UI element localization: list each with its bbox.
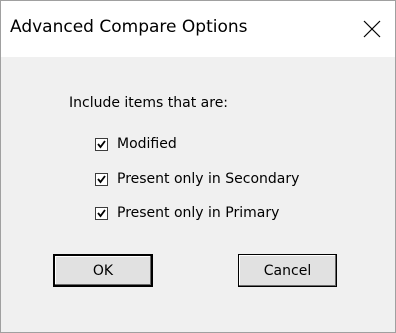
modified-label: Modified [117,136,177,152]
checkmark-icon [97,139,106,148]
present-only-in-primary-label: Present only in Primary [117,205,280,221]
option-modified[interactable]: Modified [95,135,177,153]
cancel-button[interactable]: Cancel [238,254,337,287]
include-items-label: Include items that are: [69,95,229,111]
modified-checkbox[interactable] [95,137,108,151]
checkmark-icon [97,208,106,217]
close-button[interactable] [349,1,395,57]
advanced-compare-options-dialog: Advanced Compare Options Include items t… [0,0,396,333]
window-title: Advanced Compare Options [10,17,248,37]
present-only-in-secondary-checkbox[interactable] [95,172,108,186]
option-present-only-in-primary[interactable]: Present only in Primary [95,204,279,222]
option-present-only-in-secondary[interactable]: Present only in Secondary [95,170,299,188]
present-only-in-secondary-label: Present only in Secondary [117,171,300,187]
ok-button[interactable]: OK [53,254,153,287]
title-bar: Advanced Compare Options [1,1,395,57]
checkmark-icon [97,174,106,183]
present-only-in-primary-checkbox[interactable] [95,206,108,220]
close-icon [363,20,381,38]
